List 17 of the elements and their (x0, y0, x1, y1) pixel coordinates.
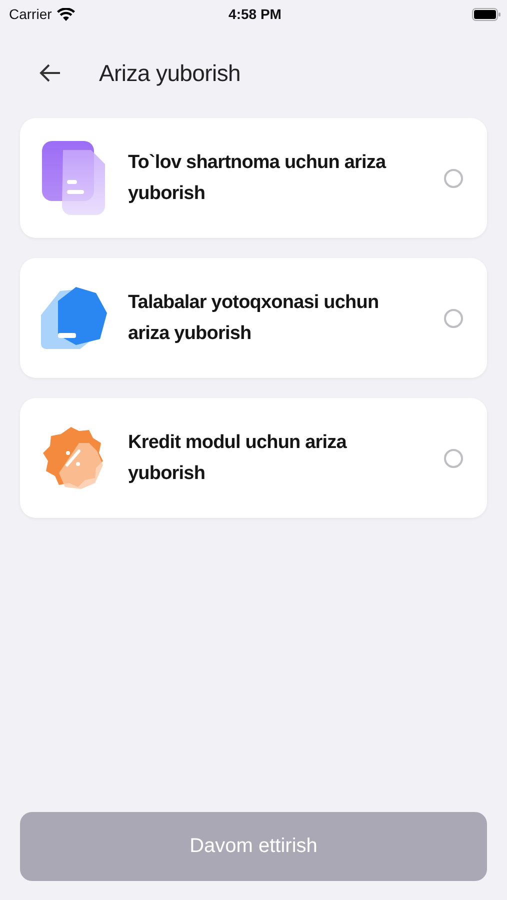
option-label: Kredit modul uchun ariza yuborish (128, 431, 348, 486)
option-card[interactable]: To`lov shartnoma uchun ariza yuborish (20, 118, 487, 238)
house-icon (40, 285, 108, 351)
wifi-icon (56, 8, 75, 20)
clock-time: 4:58 PM (228, 6, 282, 22)
document-icon (40, 140, 108, 216)
radio-button[interactable] (444, 448, 463, 468)
option-label: To`lov shartnoma uchun ariza yuborish (128, 151, 388, 206)
option-card[interactable]: Kredit modul uchun ariza yuborish (20, 398, 487, 518)
carrier-name: Carrier (9, 6, 52, 22)
back-arrow-icon[interactable] (39, 64, 61, 82)
radio-button[interactable] (444, 168, 463, 188)
battery-icon (472, 8, 501, 20)
radio-button[interactable] (444, 308, 463, 328)
option-label: Talabalar yotoqxonasi uchun ariza yuborish (128, 291, 380, 346)
option-card[interactable]: Talabalar yotoqxonasi uchun ariza yuborish (20, 258, 487, 378)
page-title: Ariza yuborish (99, 60, 241, 86)
